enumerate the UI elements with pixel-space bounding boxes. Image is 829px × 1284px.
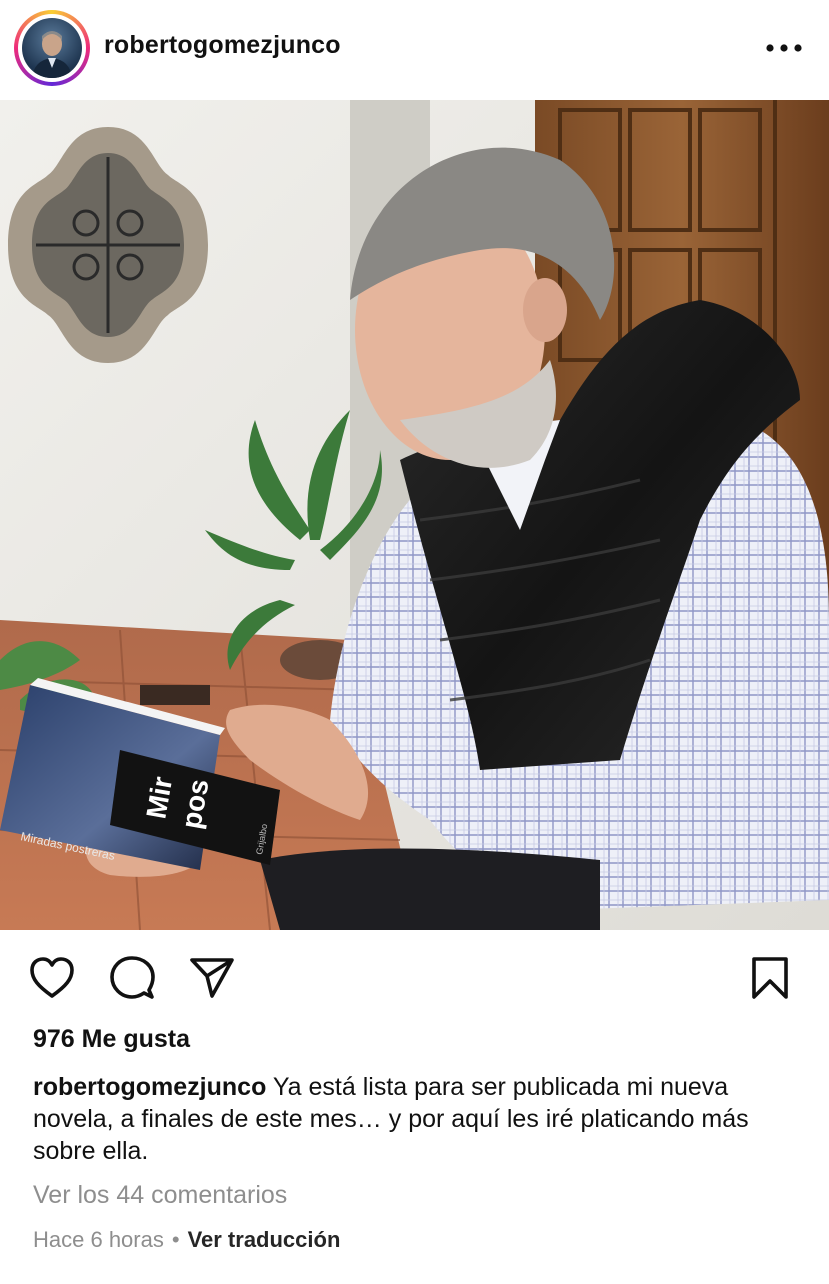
avatar[interactable] xyxy=(22,18,82,78)
caption-username-link[interactable]: robertogomezjunco xyxy=(33,1073,266,1101)
avatar-portrait-icon xyxy=(32,31,72,78)
view-comments-link[interactable]: Ver los 44 comentarios xyxy=(33,1181,287,1210)
paper-plane-icon[interactable] xyxy=(188,954,236,1002)
heart-icon[interactable] xyxy=(28,954,76,1002)
bookmark-icon[interactable] xyxy=(746,954,794,1002)
separator-dot: • xyxy=(171,1227,180,1252)
story-ring[interactable] xyxy=(14,10,90,86)
see-translation-link[interactable]: Ver traducción xyxy=(188,1227,341,1252)
timestamp: Hace 6 horas xyxy=(33,1227,164,1252)
likes-count[interactable]: 976 Me gusta xyxy=(33,1025,190,1054)
comment-icon[interactable] xyxy=(108,954,156,1002)
post-photo[interactable]: Mir pos Miradas postreras Grijalbo xyxy=(0,100,829,930)
post-caption: robertogomezjunco Ya está lista para ser… xyxy=(33,1071,803,1167)
more-options-icon[interactable] xyxy=(762,36,806,60)
post-meta: Hace 6 horas • Ver traducción xyxy=(33,1227,340,1253)
action-bar xyxy=(0,940,829,1010)
username-link[interactable]: robertogomezjunco xyxy=(104,31,341,60)
post-header: robertogomezjunco xyxy=(0,0,829,100)
post-image: Mir pos Miradas postreras Grijalbo xyxy=(0,100,829,930)
